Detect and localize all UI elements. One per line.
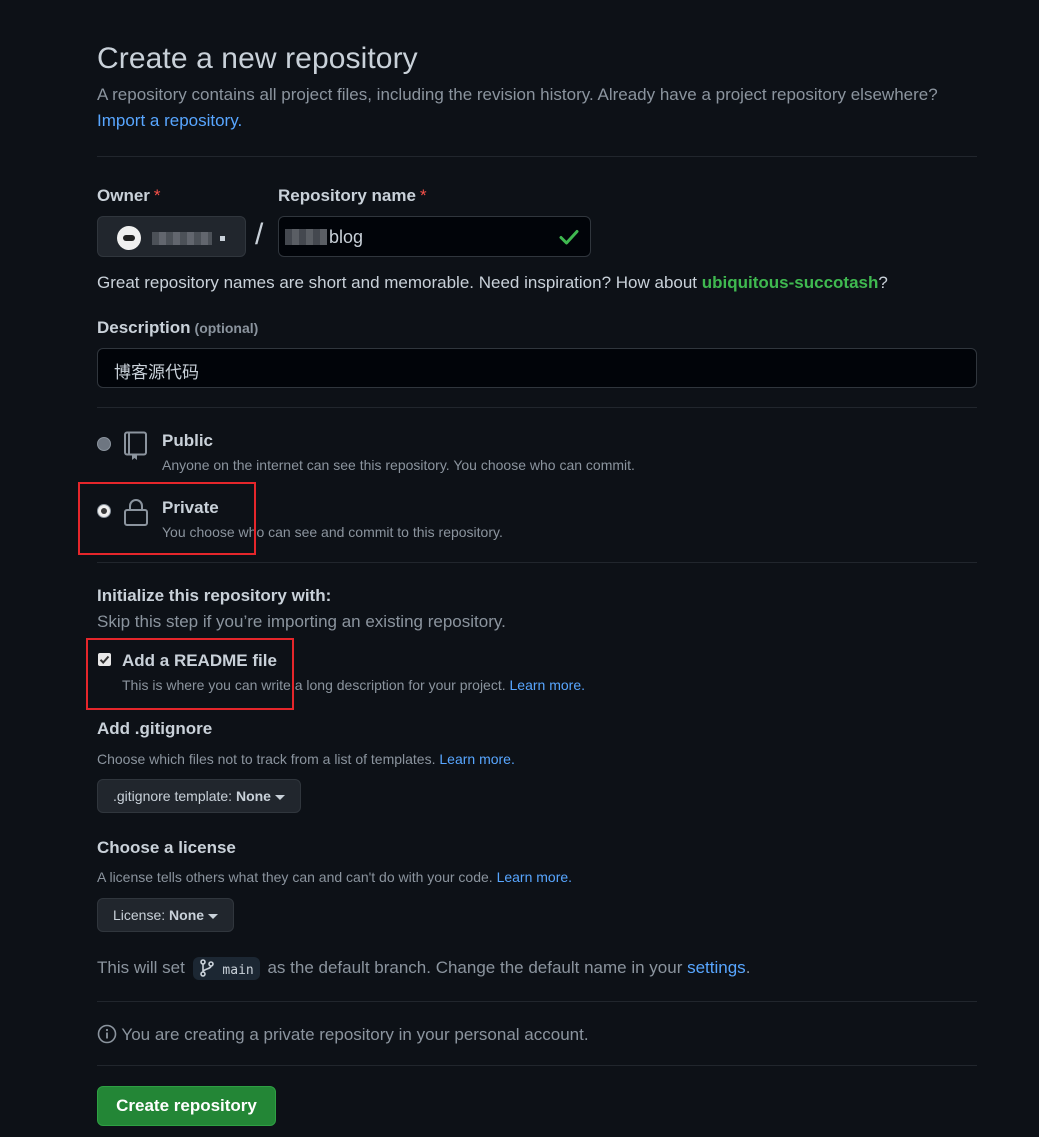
readme-learn-more-link[interactable]: Learn more. [510, 677, 585, 693]
divider [97, 407, 977, 408]
license-desc: A license tells others what they can and… [97, 869, 573, 885]
create-repository-button[interactable]: Create repository [97, 1086, 276, 1126]
owner-select[interactable] [97, 216, 246, 257]
check-icon [559, 230, 579, 245]
page-title: Create a new repository [97, 42, 418, 75]
divider [97, 562, 977, 563]
init-title: Initialize this repository with: [97, 586, 332, 605]
repository-name-value: blog [329, 227, 364, 247]
private-notice: You are creating a private repository in… [97, 1024, 589, 1045]
name-suggestion-link[interactable]: ubiquitous-succotash [702, 273, 879, 292]
caret-down-icon [274, 794, 285, 800]
repository-name-input[interactable]: blog [278, 216, 591, 257]
divider [97, 1001, 977, 1002]
annotation-highlight-readme [86, 638, 294, 710]
owner-label: Owner * [97, 186, 161, 205]
divider [97, 156, 977, 157]
public-title: Public [162, 431, 214, 450]
annotation-highlight-private [78, 482, 256, 555]
owner-name-separator: / [255, 218, 264, 251]
divider [97, 1065, 977, 1066]
info-icon [97, 1024, 117, 1044]
name-hint: Great repository names are short and mem… [97, 273, 888, 292]
gitignore-template-dropdown[interactable]: .gitignore template: None [97, 779, 301, 813]
description-label: Description (optional) [97, 318, 259, 337]
branch-chip: main [192, 957, 260, 980]
gitignore-desc: Choose which files not to track from a l… [97, 751, 515, 767]
init-subtitle: Skip this step if you’re importing an ex… [97, 612, 506, 631]
repository-name-label: Repository name * [278, 186, 427, 205]
license-learn-more-link[interactable]: Learn more. [497, 869, 572, 885]
caret-down-icon [208, 913, 219, 919]
redacted-owner-name [152, 232, 212, 245]
page-subtitle: A repository contains all project files,… [97, 85, 938, 104]
public-radio[interactable] [97, 437, 111, 451]
chevron-down-icon [220, 236, 225, 241]
settings-link[interactable]: settings [687, 958, 746, 977]
avatar [117, 226, 141, 250]
public-desc: Anyone on the internet can see this repo… [162, 457, 635, 473]
license-title: Choose a license [97, 838, 236, 857]
default-branch-info: This will set main as the default branch… [97, 957, 751, 980]
description-input[interactable]: 博客源代码 [97, 348, 977, 388]
gitignore-title: Add .gitignore [97, 719, 213, 738]
gitignore-learn-more-link[interactable]: Learn more. [439, 751, 514, 767]
git-branch-icon [199, 959, 214, 977]
repo-icon [124, 431, 147, 460]
redacted-name-prefix [285, 229, 327, 245]
license-dropdown[interactable]: License: None [97, 898, 235, 932]
import-repository-link[interactable]: Import a repository. [97, 111, 242, 131]
branch-name: main [222, 963, 254, 978]
